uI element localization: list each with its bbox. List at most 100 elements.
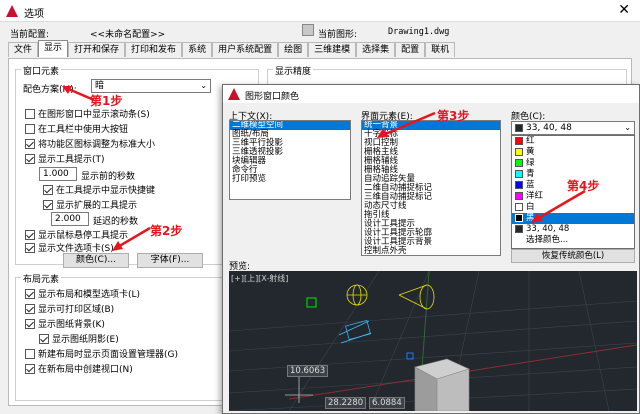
annotation-step-2: 第2步 [150, 224, 183, 238]
colors-button[interactable]: 颜色(C)... [63, 253, 129, 268]
checkbox-row-extended-tooltips[interactable]: 显示扩展的工具提示 [43, 198, 137, 211]
printable-area-checkbox[interactable] [25, 303, 35, 314]
tooltips-checkbox[interactable] [25, 153, 35, 164]
checkbox-row-layout-tabs[interactable]: 显示布局和模型选项卡(L) [25, 287, 178, 300]
camera-glyph [338, 319, 372, 344]
tab-display[interactable]: 显示 [38, 40, 69, 57]
annotation-arrow-1 [62, 86, 95, 102]
close-icon[interactable]: ✕ [618, 2, 630, 18]
chevron-down-icon: ⌄ [200, 81, 207, 90]
ribbon-icons-checkbox[interactable] [25, 138, 35, 149]
color-option-label: 选择颜色... [526, 235, 569, 245]
annotation-arrow-3 [377, 111, 436, 138]
page-setup-checkbox[interactable] [25, 348, 35, 359]
viewport-label: 在新布局中创建视口(N) [38, 365, 133, 375]
select-color-swatch [515, 236, 523, 244]
blue-grip-marker [406, 352, 414, 360]
color-dialog-titlebar: 图形窗口颜色 [223, 85, 639, 103]
checkbox-row-paper-background[interactable]: 显示图纸背景(K) [25, 317, 178, 330]
color-select[interactable]: 33, 40, 48 ⌄ [511, 121, 635, 135]
tab-plot-publish[interactable]: 打印和发布 [125, 42, 183, 57]
layout-tabs-checkbox[interactable] [25, 288, 35, 299]
context-listbox[interactable]: 二维模型空间 图纸/布局 三维平行投影 三维透视投影 块编辑器 命令行 打印预览 [229, 120, 351, 200]
current-profile-value: <<未命名配置>> [90, 30, 166, 40]
red-swatch [515, 136, 523, 145]
rollover-checkbox[interactable] [25, 229, 35, 240]
preview-scene [229, 271, 637, 411]
color-option-green[interactable]: 绿 [512, 158, 634, 169]
scrollbars-checkbox[interactable] [25, 108, 35, 119]
color-option-label: 黄 [526, 147, 535, 157]
tab-open-save[interactable]: 打开和保存 [68, 42, 126, 57]
paper-background-checkbox[interactable] [25, 318, 35, 329]
current-drawing-value: Drawing1.dwg [388, 27, 450, 37]
checkbox-row-shortcut-keys[interactable]: 在工具提示中显示快捷键 [43, 183, 155, 196]
cyan-swatch [515, 169, 523, 178]
color-option-red[interactable]: 红 [512, 136, 634, 147]
window-elements-label: 窗口元素 [21, 64, 62, 77]
current-color-swatch [515, 123, 523, 132]
tooltip-delay-label: 显示前的秒数 [81, 172, 136, 182]
current-profile-label: 当前配置: [10, 30, 50, 40]
checkbox-row-page-setup[interactable]: 新建布局时显示页面设置管理器(G) [25, 347, 178, 360]
color-option-select-color[interactable]: 选择颜色... [512, 235, 634, 246]
annotation-step-3: 第3步 [437, 109, 470, 123]
color-dialog-title: 图形窗口颜色 [245, 92, 300, 102]
large-buttons-checkbox[interactable] [25, 123, 35, 134]
blue-swatch [515, 180, 523, 189]
options-title: 选项 [24, 9, 44, 20]
restore-classic-colors-button[interactable]: 恢复传统颜色(L) [511, 249, 635, 263]
preview-viewport: [+][上][X-射线] 10.6063 28.2280 6.0884 [229, 271, 637, 411]
color-select-value: 33, 40, 48 [526, 123, 572, 133]
extended-tooltips-label: 显示扩展的工具提示 [56, 201, 138, 211]
printable-area-label: 显示可打印区域(B) [38, 305, 115, 315]
green-swatch [515, 158, 523, 167]
tab-profiles[interactable]: 配置 [395, 42, 426, 57]
tab-files[interactable]: 文件 [8, 42, 39, 57]
current-drawing-label: 当前图形: [318, 30, 358, 40]
color-option-label: 青 [526, 169, 535, 179]
tab-3d-modeling[interactable]: 三维建模 [308, 42, 357, 57]
layout-tabs-label: 显示布局和模型选项卡(L) [38, 290, 141, 300]
paper-background-label: 显示图纸背景(K) [38, 320, 105, 330]
interface-item[interactable]: 控制点外壳 [362, 247, 500, 256]
checkbox-row-viewport[interactable]: 在新布局中创建视口(N) [25, 362, 178, 375]
tab-online[interactable]: 联机 [425, 42, 456, 57]
chevron-down-icon: ⌄ [624, 123, 631, 132]
tooltip-delay-input[interactable]: 1.000 [39, 167, 77, 181]
options-tab-strip: 文件 显示 打开和保存 打印和发布 系统 用户系统配置 绘图 三维建模 选择集 … [8, 40, 456, 58]
viewport-checkbox[interactable] [25, 363, 35, 374]
shortcut-keys-checkbox[interactable] [43, 184, 53, 195]
dimension-value-1: 10.6063 [287, 365, 329, 377]
dimension-value-2: 28.2280 [325, 397, 367, 409]
green-grip-marker [306, 297, 317, 308]
viewport-control-label[interactable]: [+][上][X-射线] [231, 273, 288, 284]
extended-tooltips-checkbox[interactable] [43, 199, 53, 210]
tab-drafting[interactable]: 绘图 [278, 42, 309, 57]
tab-user-preferences[interactable]: 用户系统配置 [212, 42, 279, 57]
checkbox-row-printable-area[interactable]: 显示可打印区域(B) [25, 302, 178, 315]
context-item[interactable]: 打印预览 [230, 175, 350, 184]
large-buttons-label: 在工具栏中使用大按钮 [38, 125, 129, 135]
paper-shadow-label: 显示图纸阴影(E) [52, 335, 119, 345]
annotation-arrow-2 [112, 226, 151, 251]
color-option-yellow[interactable]: 黄 [512, 147, 634, 158]
color-option-label: 绿 [526, 158, 535, 168]
shortcut-keys-label: 在工具提示中显示快捷键 [56, 186, 156, 196]
tab-selection[interactable]: 选择集 [356, 42, 396, 57]
yellow-swatch [515, 147, 523, 156]
magenta-swatch [515, 191, 523, 200]
tab-system[interactable]: 系统 [182, 42, 213, 57]
options-titlebar: 选项 ✕ [0, 0, 640, 22]
paper-shadow-checkbox[interactable] [39, 333, 49, 344]
white-swatch [515, 202, 523, 211]
checkbox-row-paper-shadow[interactable]: 显示图纸阴影(E) [25, 332, 178, 345]
light-glyph [346, 284, 368, 306]
file-tabs-checkbox[interactable] [25, 242, 35, 253]
fonts-button[interactable]: 字体(F)... [137, 253, 203, 268]
extended-delay-input[interactable]: 2.000 [51, 212, 89, 226]
layout-elements-checklist: 显示布局和模型选项卡(L) 显示可打印区域(B) 显示图纸背景(K) 显示图纸阴… [25, 287, 178, 375]
display-resolution-label: 显示精度 [273, 64, 314, 77]
color-scheme-select[interactable]: 暗 ⌄ [91, 79, 211, 93]
tooltips-label: 显示工具提示(T) [38, 155, 105, 165]
